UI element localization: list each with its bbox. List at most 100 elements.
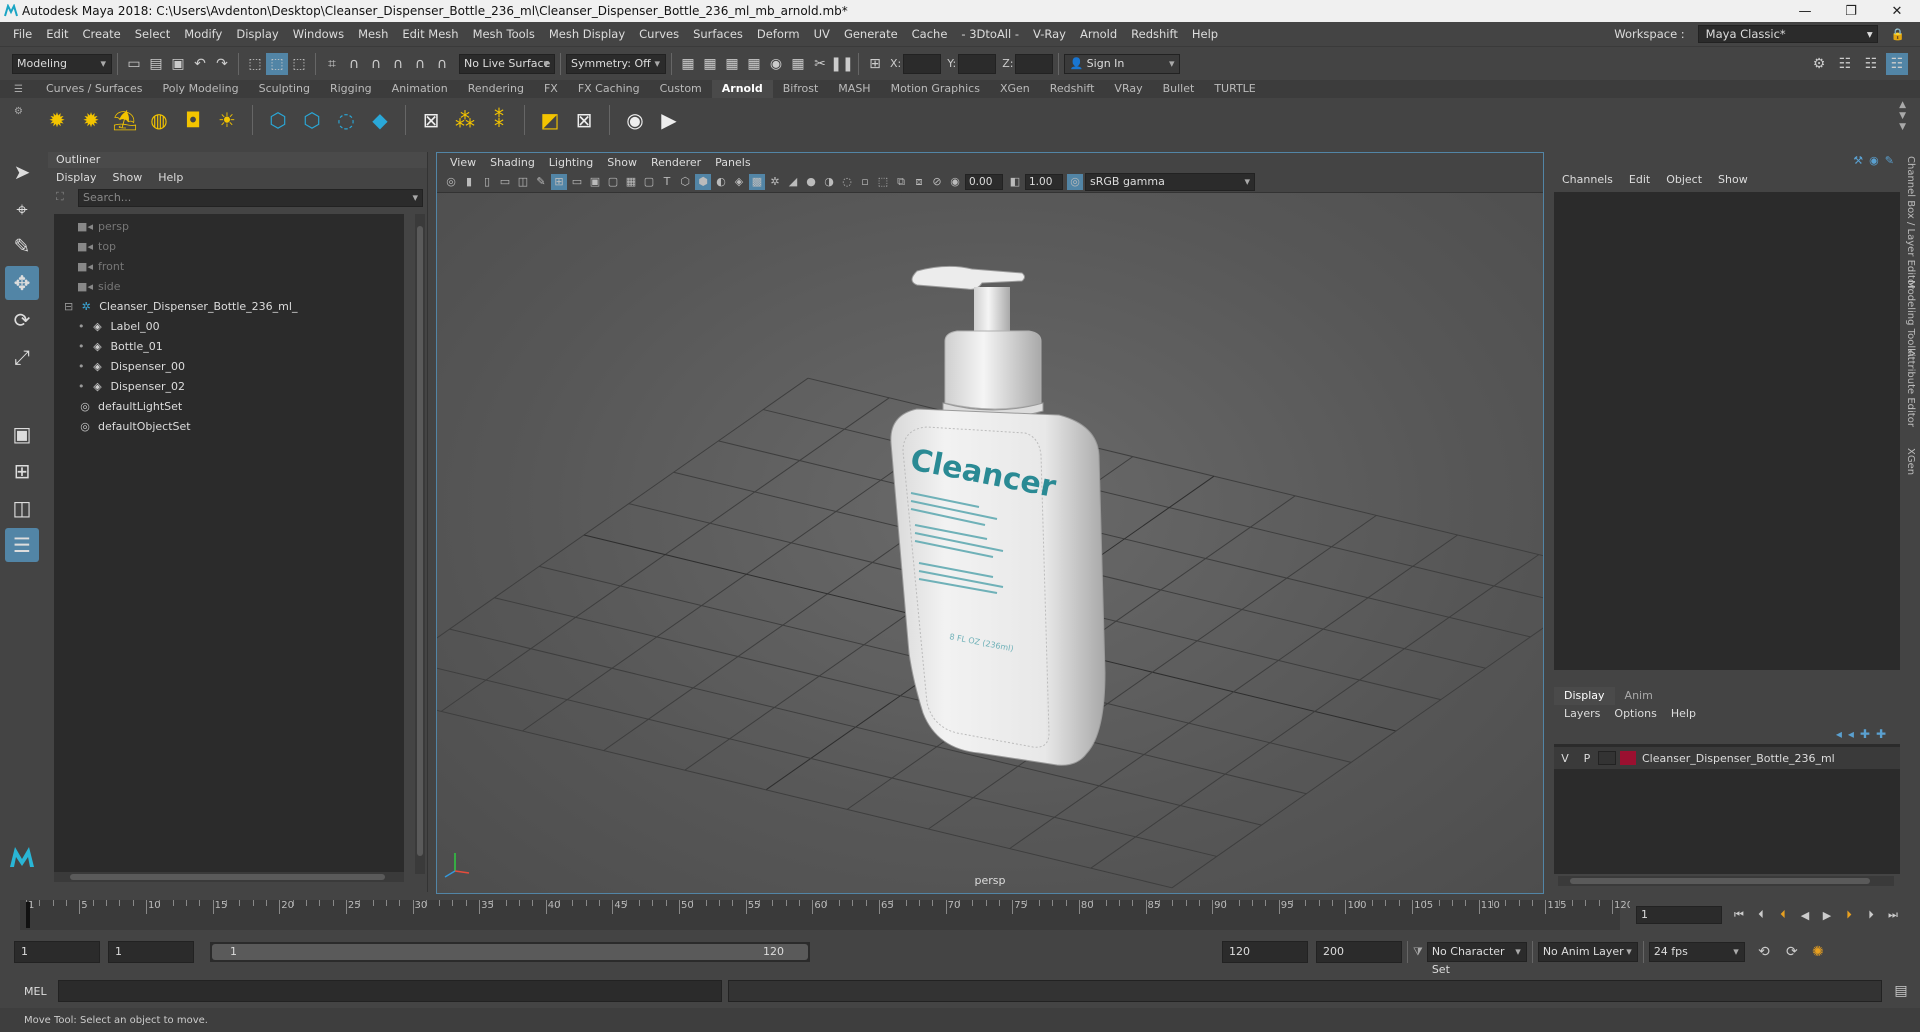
outliner-item[interactable]: ■◂ top — [54, 236, 404, 256]
script-editor-icon[interactable]: ▤ — [1890, 980, 1912, 1002]
time-slider[interactable]: 1 5 10 15 20 25 30 35 40 45 50 55 60 65 70 75 80 85 90 95 10… — [20, 900, 1633, 930]
current-frame-field[interactable]: 1 — [1636, 906, 1722, 924]
select-hierarchy-icon[interactable]: ⬚ — [244, 53, 266, 75]
side-tab-attribute-editor[interactable]: Attribute Editor — [1905, 350, 1916, 427]
shelf-tab-xgen[interactable]: XGen — [990, 80, 1040, 98]
filter-icon[interactable]: ⛶ — [56, 190, 64, 204]
select-object-icon[interactable]: ⬚ — [266, 52, 288, 75]
outliner-search-input[interactable]: Search... — [78, 189, 423, 207]
skydome-light-icon[interactable]: ◍ — [144, 105, 174, 135]
channel-menu-object[interactable]: Object — [1666, 173, 1702, 186]
live-surface-field[interactable]: No Live Surface — [459, 53, 555, 74]
side-tab-modeling-toolkit[interactable]: Modeling Toolkit — [1905, 280, 1916, 361]
menu-generate[interactable]: Generate — [837, 27, 905, 41]
maximize-button[interactable]: ❐ — [1828, 0, 1874, 22]
shelf-tab-fx-caching[interactable]: FX Caching — [568, 80, 650, 98]
color-management-icon[interactable]: ◎ — [1067, 173, 1083, 190]
menu-edit[interactable]: Edit — [39, 27, 75, 41]
step-back-frame-icon[interactable]: ⏴ — [1772, 904, 1794, 926]
anim-prefs-icon[interactable]: ✺ — [1807, 941, 1829, 963]
viewport-scene[interactable]: Cleancer 8 FL OZ (236ml) persp — [359, 193, 1621, 893]
shelf-tab-motion-graphics[interactable]: Motion Graphics — [881, 80, 990, 98]
layer-hscrollbar[interactable] — [1558, 876, 1894, 886]
snap-surface-icon[interactable]: ∩ — [409, 53, 431, 75]
export-standin-icon[interactable]: ⬡ — [297, 105, 327, 135]
lock-icon[interactable]: 🔒 — [1884, 27, 1912, 41]
outliner-vscrollbar[interactable] — [415, 214, 425, 874]
move-tool-icon[interactable]: ✥ — [5, 266, 39, 300]
smooth-shade-icon[interactable]: ⬢ — [695, 173, 711, 190]
shelf-tab-curves-surfaces[interactable]: Curves / Surfaces — [36, 80, 153, 98]
resolution-gate-icon[interactable]: ▣ — [587, 174, 603, 190]
layer-visibility-toggle[interactable]: V — [1554, 752, 1576, 765]
physical-sky-icon[interactable]: ☀ — [212, 105, 242, 135]
playback-start-field[interactable]: 1 — [108, 941, 194, 963]
shelf-tab-rendering[interactable]: Rendering — [458, 80, 534, 98]
menu-curves[interactable]: Curves — [632, 27, 686, 41]
minimize-button[interactable]: — — [1782, 0, 1828, 22]
gamma-field[interactable]: 1.00 — [1025, 173, 1063, 190]
hypershade-icon[interactable]: ◉ — [765, 53, 787, 75]
tool-settings-icon[interactable]: ⚒ — [1853, 154, 1863, 167]
sign-in-button[interactable]: 👤 Sign In — [1064, 53, 1181, 74]
scale-tool-icon[interactable]: ⤢ — [5, 340, 39, 374]
move-layer-up-icon[interactable]: ◂ — [1836, 727, 1842, 741]
menu-3dtoall[interactable]: - 3DtoAll - — [954, 27, 1026, 41]
exposure-field[interactable]: 0.00 — [965, 173, 1003, 190]
attribute-editor-toggle-icon[interactable]: ☷ — [1834, 53, 1856, 75]
wireframe-on-shaded-icon[interactable]: ◈ — [731, 174, 747, 190]
safe-action-icon[interactable]: ▢ — [641, 174, 657, 190]
menu-file[interactable]: File — [6, 27, 39, 41]
shelf-tab-fx[interactable]: FX — [534, 80, 568, 98]
outliner-item[interactable]: ◎ defaultLightSet — [54, 396, 404, 416]
shelf-tab-rigging[interactable]: Rigging — [320, 80, 382, 98]
shelf-tab-bullet[interactable]: Bullet — [1153, 80, 1205, 98]
motion-blur-icon[interactable]: ◑ — [821, 174, 837, 190]
shelf-tab-bifrost[interactable]: Bifrost — [773, 80, 829, 98]
menu-modify[interactable]: Modify — [177, 27, 229, 41]
character-set-selector[interactable]: No Character Set — [1426, 942, 1527, 976]
four-view-icon[interactable]: ⊞ — [5, 454, 39, 488]
viewport-menu-view[interactable]: View — [443, 156, 483, 169]
menu-redshift[interactable]: Redshift — [1124, 27, 1185, 41]
play-forward-icon[interactable]: ▶ — [1816, 904, 1838, 926]
snap-curve-icon[interactable]: ∩ — [343, 53, 365, 75]
redo-icon[interactable]: ↷ — [211, 53, 233, 75]
current-time-marker[interactable] — [26, 902, 30, 928]
play-backward-icon[interactable]: ◀ — [1794, 904, 1816, 926]
outliner-item[interactable]: ◎ defaultObjectSet — [54, 416, 404, 436]
image-plane-icon[interactable]: ▭ — [497, 174, 513, 190]
volume-icon[interactable]: ◆ — [365, 105, 395, 135]
use-all-lights-icon[interactable]: ✲ — [767, 174, 783, 190]
close-button[interactable]: ✕ — [1874, 0, 1920, 22]
persp-outliner-layout-icon[interactable]: ◫ — [5, 491, 39, 525]
help-icon[interactable]: ◉ — [1869, 154, 1879, 167]
ipr-render-icon[interactable]: ▦ — [721, 53, 743, 75]
menu-arnold[interactable]: Arnold — [1073, 27, 1124, 41]
snap-grid-icon[interactable]: ⌗ — [321, 53, 343, 75]
layer-color-swatch[interactable] — [1620, 751, 1636, 765]
outliner-item[interactable]: • ◈ Label_00 — [54, 316, 404, 336]
snap-point-icon[interactable]: ∩ — [365, 53, 387, 75]
menu-create[interactable]: Create — [76, 27, 128, 41]
select-component-icon[interactable]: ⬚ — [288, 53, 310, 75]
loop-icon[interactable]: ⟲ — [1753, 941, 1775, 963]
curve-collector-icon[interactable]: ◌ — [331, 105, 361, 135]
outliner-item[interactable]: • ◈ Dispenser_02 — [54, 376, 404, 396]
depth-of-field-icon[interactable]: ▫ — [857, 174, 873, 190]
layer-display-type[interactable] — [1598, 751, 1616, 765]
menu-windows[interactable]: Windows — [286, 27, 351, 41]
layer-tab-anim[interactable]: Anim — [1615, 687, 1663, 705]
shelf-tab-sculpting[interactable]: Sculpting — [249, 80, 320, 98]
shelf-tab-custom[interactable]: Custom — [650, 80, 712, 98]
arnold-render-icon[interactable]: ▦ — [787, 53, 809, 75]
layer-menu-help[interactable]: Help — [1671, 707, 1696, 720]
new-layer-icon[interactable]: ✚ — [1860, 727, 1870, 741]
workspace-selector[interactable]: Maya Classic* — [1697, 25, 1878, 43]
viewport-menu-show[interactable]: Show — [600, 156, 644, 169]
light-portal-icon[interactable]: ◘ — [178, 105, 208, 135]
select-tool-icon[interactable]: ➤ — [5, 155, 39, 189]
snap-live-icon[interactable]: ∩ — [431, 53, 453, 75]
save-scene-icon[interactable]: ▣ — [167, 53, 189, 75]
texture-manager-icon[interactable]: ⁂ — [450, 105, 480, 135]
